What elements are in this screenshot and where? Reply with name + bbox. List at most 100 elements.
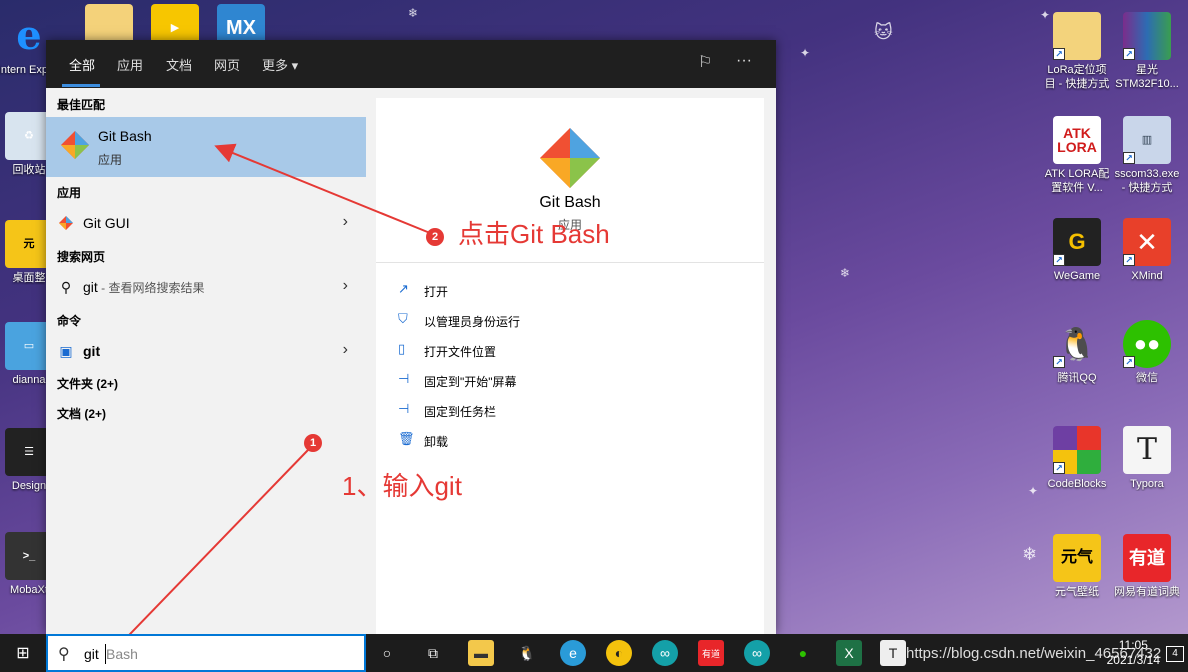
notification-badge[interactable]: 4 <box>1166 646 1184 662</box>
search-icon: ⚲ <box>60 279 72 295</box>
best-match-git-bash[interactable]: Git Bash 应用 <box>46 117 366 177</box>
action-label: 固定到"开始"屏幕 <box>424 375 517 389</box>
web-search-term: git <box>83 279 98 295</box>
result-web-search[interactable]: ⚲ git - 查看网络搜索结果 › <box>46 273 366 301</box>
desktop-icon-stm32[interactable]: ↗ 星光 STM32F10... <box>1114 12 1180 91</box>
search-autocomplete: Bash <box>106 646 138 662</box>
results-list: 最佳匹配 Git Bash 应用 应用 Git GUI › 搜索网页 ⚲ git… <box>46 88 366 634</box>
step-2-annotation: 点击Git Bash <box>458 219 610 249</box>
action-label: 以管理员身份运行 <box>424 315 521 329</box>
app-icon[interactable]: ◐ <box>606 640 632 666</box>
chevron-down-icon: ▾ <box>291 58 299 73</box>
snowflake-decoration: ❄ <box>408 6 419 20</box>
excel-icon[interactable]: X <box>836 640 862 666</box>
desktop-icon-typora[interactable]: T Typora <box>1114 426 1180 491</box>
desktop-icon-label: WeGame <box>1053 270 1101 282</box>
snowflake-decoration: ❄ <box>1022 544 1038 564</box>
search-value: git <box>84 646 99 662</box>
start-button[interactable]: ⊞ <box>0 634 46 672</box>
yuanqi-icon: 元气 <box>1053 534 1101 582</box>
windows-icon: ⊞ <box>16 645 30 662</box>
atk-lora-icon: ATK LORA <box>1053 116 1101 164</box>
desktop-icon-label: XMind <box>1131 270 1163 282</box>
qq-icon: 🐧 ↗ <box>1053 320 1101 368</box>
arduino-icon[interactable]: ∞ <box>652 640 678 666</box>
wechat-icon[interactable]: ● <box>790 640 816 666</box>
result-git-gui[interactable]: Git GUI › <box>46 209 366 237</box>
desktop-icon-atk-lora[interactable]: ATK LORA ATK LORA配置软件 V... <box>1044 116 1110 195</box>
section-folders[interactable]: 文件夹 (2+) <box>57 375 118 392</box>
tab-apps[interactable]: 应用 <box>117 55 143 74</box>
step-1-badge: 1 <box>304 434 322 452</box>
desktop-icon-xmind[interactable]: ✕ ↗ XMind <box>1114 218 1180 283</box>
action-label: 打开 <box>424 285 449 299</box>
tab-all[interactable]: 全部 <box>69 55 95 74</box>
tab-documents[interactable]: 文档 <box>166 55 192 74</box>
taskbar-search-input[interactable]: ⚲ git Bash <box>46 634 366 672</box>
typora-icon: T <box>1123 426 1171 474</box>
snowflake-decoration: ✦ <box>800 46 811 60</box>
more-options-icon[interactable]: ··· <box>736 52 752 70</box>
action-label: 打开文件位置 <box>424 345 497 359</box>
wechat-icon: ●● ↗ <box>1123 320 1171 368</box>
divider <box>376 262 764 263</box>
arduino-icon[interactable]: ∞ <box>744 640 770 666</box>
desktop-icon-label: sscom33.exe - 快捷方式 <box>1114 168 1180 194</box>
file-explorer-icon[interactable]: ▬ <box>468 640 494 666</box>
edge-icon[interactable]: e <box>560 640 586 666</box>
desktop-icon-wechat[interactable]: ●● ↗ 微信 <box>1114 320 1180 385</box>
desktop-icon-label: ATK LORA配置软件 V... <box>1044 168 1110 194</box>
detail-pane: Git Bash 应用 ↗ 打开 ⛉ 以管理员身份运行 ▯ 打开文件位置 ⊣ 固… <box>376 98 764 634</box>
feedback-icon[interactable]: ⚐ <box>698 52 712 72</box>
desktop-icon-label: 星光 STM32F10... <box>1115 64 1179 90</box>
desktop-icon-qq[interactable]: 🐧 ↗ 腾讯QQ <box>1044 320 1110 385</box>
result-label: Git GUI <box>83 215 130 231</box>
tab-web[interactable]: 网页 <box>214 55 240 74</box>
file-location-icon: ▯ <box>398 341 406 356</box>
best-match-name: Git Bash <box>98 128 152 144</box>
wegame-icon: G ↗ <box>1053 218 1101 266</box>
desktop-icon-label: LoRa定位项目 - 快捷方式 <box>1044 64 1110 90</box>
desktop-icon-lora-folder[interactable]: ↗ LoRa定位项目 - 快捷方式 <box>1044 12 1110 91</box>
chevron-right-icon[interactable]: › <box>343 277 348 295</box>
tab-more[interactable]: 更多 ▾ <box>262 55 298 74</box>
git-gui-icon <box>59 216 73 230</box>
youdao-icon: 有道 <box>1123 534 1171 582</box>
youdao-icon[interactable]: 有道 <box>698 640 724 666</box>
winrar-icon: ↗ <box>1123 12 1171 60</box>
desktop-icon-codeblocks[interactable]: ↗ CodeBlocks <box>1044 426 1110 491</box>
task-view-icon[interactable]: ⧉ <box>420 640 446 666</box>
desktop-icon-sscom[interactable]: ▥ ↗ sscom33.exe - 快捷方式 <box>1114 116 1180 195</box>
qq-icon[interactable]: 🐧 <box>514 640 540 666</box>
shield-icon: ⛉ <box>398 311 408 326</box>
desktop-icon-wegame[interactable]: G ↗ WeGame <box>1044 218 1110 283</box>
result-label: git - 查看网络搜索结果 <box>83 279 204 296</box>
snowflake-decoration: ❄ <box>840 266 851 280</box>
section-best-match: 最佳匹配 <box>57 98 106 112</box>
xmind-icon: ✕ ↗ <box>1123 218 1171 266</box>
action-label: 固定到任务栏 <box>424 405 497 419</box>
step-1-annotation: 1、输入git <box>342 471 462 501</box>
result-git-command[interactable]: ▣ git › <box>46 337 366 365</box>
action-label: 卸载 <box>424 435 449 449</box>
best-match-type: 应用 <box>98 153 123 167</box>
open-icon: ↗ <box>398 281 409 296</box>
command-icon: ▣ <box>59 343 73 359</box>
desktop-icon-youdao[interactable]: 有道 网易有道词典 <box>1114 534 1180 599</box>
chevron-right-icon[interactable]: › <box>343 213 348 231</box>
git-bash-icon <box>61 131 89 159</box>
snowflake-decoration: ✦ <box>1028 484 1039 498</box>
section-commands: 命令 <box>57 314 82 328</box>
typora-icon[interactable]: T <box>880 640 906 666</box>
cortana-icon[interactable]: ○ <box>374 640 400 666</box>
section-documents[interactable]: 文档 (2+) <box>57 405 106 422</box>
tab-more-label: 更多 <box>262 58 289 73</box>
active-tab-indicator <box>62 84 100 87</box>
watermark-url: https://blog.csdn.net/weixin_46567432 <box>906 645 1162 662</box>
desktop-icon-yuanqi[interactable]: 元气 元气壁纸 <box>1044 534 1110 599</box>
section-apps: 应用 <box>57 186 82 200</box>
desktop-icon-label: CodeBlocks <box>1047 478 1107 490</box>
git-bash-icon <box>540 128 600 188</box>
chevron-right-icon[interactable]: › <box>343 341 348 359</box>
codeblocks-icon: ↗ <box>1053 426 1101 474</box>
